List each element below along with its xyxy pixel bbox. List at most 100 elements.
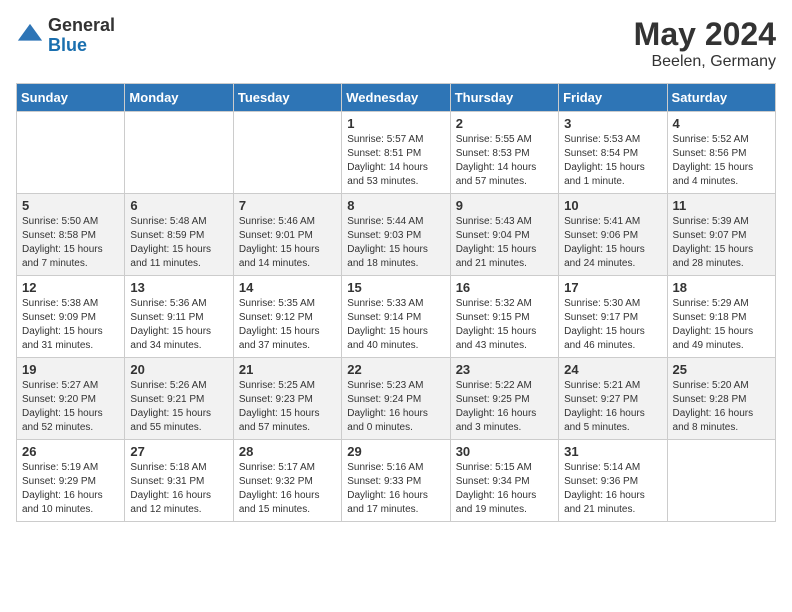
day-info: Sunrise: 5:55 AM Sunset: 8:53 PM Dayligh… (456, 133, 553, 189)
calendar-day-6: 6 Sunrise: 5:48 AM Sunset: 8:59 PM Daylig… (125, 194, 233, 276)
day-number: 7 (239, 198, 336, 213)
calendar-day-24: 24 Sunrise: 5:21 AM Sunset: 9:27 PM Dayli… (559, 358, 667, 440)
calendar-day-23: 23 Sunrise: 5:22 AM Sunset: 9:25 PM Dayli… (450, 358, 558, 440)
title-block: May 2024 Beelen, Germany (634, 16, 776, 71)
day-number: 18 (673, 280, 770, 295)
day-number: 23 (456, 362, 553, 377)
day-info: Sunrise: 5:39 AM Sunset: 9:07 PM Dayligh… (673, 215, 770, 271)
weekday-header-wednesday: Wednesday (342, 84, 450, 112)
day-info: Sunrise: 5:48 AM Sunset: 8:59 PM Dayligh… (130, 215, 227, 271)
calendar-day-3: 3 Sunrise: 5:53 AM Sunset: 8:54 PM Daylig… (559, 112, 667, 194)
logo-text: General Blue (48, 16, 115, 56)
calendar-day-31: 31Sunrise: 5:14 AM Sunset: 9:36 PM Dayli… (559, 440, 667, 522)
weekday-header-tuesday: Tuesday (233, 84, 341, 112)
calendar-title: May 2024 (634, 16, 776, 53)
calendar-day-15: 15 Sunrise: 5:33 AM Sunset: 9:14 PM Dayli… (342, 276, 450, 358)
day-info: Sunrise: 5:33 AM Sunset: 9:14 PM Dayligh… (347, 297, 444, 353)
day-number: 29 (347, 444, 444, 459)
calendar-day-18: 18 Sunrise: 5:29 AM Sunset: 9:18 PM Dayli… (667, 276, 775, 358)
day-info: Sunrise: 5:21 AM Sunset: 9:27 PM Dayligh… (564, 379, 661, 435)
day-info: Sunrise: 5:25 AM Sunset: 9:23 PM Dayligh… (239, 379, 336, 435)
empty-day-cell (17, 112, 125, 194)
day-info: Sunrise: 5:32 AM Sunset: 9:15 PM Dayligh… (456, 297, 553, 353)
day-number: 6 (130, 198, 227, 213)
calendar-day-14: 14 Sunrise: 5:35 AM Sunset: 9:12 PM Dayli… (233, 276, 341, 358)
calendar-table: SundayMondayTuesdayWednesdayThursdayFrid… (16, 83, 776, 522)
empty-day-cell (667, 440, 775, 522)
day-number: 4 (673, 116, 770, 131)
calendar-week-row: 1 Sunrise: 5:57 AM Sunset: 8:51 PM Daylig… (17, 112, 776, 194)
day-info: Sunrise: 5:43 AM Sunset: 9:04 PM Dayligh… (456, 215, 553, 271)
day-info: Sunrise: 5:44 AM Sunset: 9:03 PM Dayligh… (347, 215, 444, 271)
calendar-day-28: 28Sunrise: 5:17 AM Sunset: 9:32 PM Dayli… (233, 440, 341, 522)
calendar-week-row: 12 Sunrise: 5:38 AM Sunset: 9:09 PM Dayli… (17, 276, 776, 358)
day-info: Sunrise: 5:50 AM Sunset: 8:58 PM Dayligh… (22, 215, 119, 271)
day-number: 3 (564, 116, 661, 131)
day-info: Sunrise: 5:46 AM Sunset: 9:01 PM Dayligh… (239, 215, 336, 271)
calendar-week-row: 26 Sunrise: 5:19 AM Sunset: 9:29 PM Dayli… (17, 440, 776, 522)
day-number: 20 (130, 362, 227, 377)
calendar-day-16: 16Sunrise: 5:32 AM Sunset: 9:15 PM Dayli… (450, 276, 558, 358)
day-info: Sunrise: 5:27 AM Sunset: 9:20 PM Dayligh… (22, 379, 119, 435)
calendar-day-5: 5 Sunrise: 5:50 AM Sunset: 8:58 PM Daylig… (17, 194, 125, 276)
day-info: Sunrise: 5:53 AM Sunset: 8:54 PM Dayligh… (564, 133, 661, 189)
day-info: Sunrise: 5:38 AM Sunset: 9:09 PM Dayligh… (22, 297, 119, 353)
calendar-day-21: 21 Sunrise: 5:25 AM Sunset: 9:23 PM Dayli… (233, 358, 341, 440)
day-number: 17 (564, 280, 661, 295)
day-info: Sunrise: 5:19 AM Sunset: 9:29 PM Dayligh… (22, 461, 119, 517)
day-info: Sunrise: 5:30 AM Sunset: 9:17 PM Dayligh… (564, 297, 661, 353)
calendar-day-26: 26 Sunrise: 5:19 AM Sunset: 9:29 PM Dayli… (17, 440, 125, 522)
calendar-day-20: 20 Sunrise: 5:26 AM Sunset: 9:21 PM Dayli… (125, 358, 233, 440)
weekday-header-thursday: Thursday (450, 84, 558, 112)
day-number: 31 (564, 444, 661, 459)
weekday-header-friday: Friday (559, 84, 667, 112)
weekday-header-saturday: Saturday (667, 84, 775, 112)
day-number: 24 (564, 362, 661, 377)
day-number: 14 (239, 280, 336, 295)
weekday-header-sunday: Sunday (17, 84, 125, 112)
calendar-day-17: 17 Sunrise: 5:30 AM Sunset: 9:17 PM Dayli… (559, 276, 667, 358)
calendar-day-1: 1 Sunrise: 5:57 AM Sunset: 8:51 PM Daylig… (342, 112, 450, 194)
calendar-day-27: 27 Sunrise: 5:18 AM Sunset: 9:31 PM Dayli… (125, 440, 233, 522)
day-number: 1 (347, 116, 444, 131)
calendar-day-8: 8 Sunrise: 5:44 AM Sunset: 9:03 PM Daylig… (342, 194, 450, 276)
calendar-day-13: 13Sunrise: 5:36 AM Sunset: 9:11 PM Dayli… (125, 276, 233, 358)
day-info: Sunrise: 5:18 AM Sunset: 9:31 PM Dayligh… (130, 461, 227, 517)
day-info: Sunrise: 5:17 AM Sunset: 9:32 PM Dayligh… (239, 461, 336, 517)
logo-general: General (48, 16, 115, 36)
day-info: Sunrise: 5:35 AM Sunset: 9:12 PM Dayligh… (239, 297, 336, 353)
calendar-week-row: 5 Sunrise: 5:50 AM Sunset: 8:58 PM Daylig… (17, 194, 776, 276)
weekday-header-row: SundayMondayTuesdayWednesdayThursdayFrid… (17, 84, 776, 112)
day-number: 27 (130, 444, 227, 459)
day-info: Sunrise: 5:41 AM Sunset: 9:06 PM Dayligh… (564, 215, 661, 271)
day-number: 5 (22, 198, 119, 213)
day-info: Sunrise: 5:52 AM Sunset: 8:56 PM Dayligh… (673, 133, 770, 189)
calendar-day-25: 25 Sunrise: 5:20 AM Sunset: 9:28 PM Dayli… (667, 358, 775, 440)
empty-day-cell (125, 112, 233, 194)
logo: General Blue (16, 16, 115, 56)
page-header: General Blue May 2024 Beelen, Germany (16, 16, 776, 71)
day-number: 11 (673, 198, 770, 213)
day-info: Sunrise: 5:36 AM Sunset: 9:11 PM Dayligh… (130, 297, 227, 353)
day-info: Sunrise: 5:26 AM Sunset: 9:21 PM Dayligh… (130, 379, 227, 435)
calendar-week-row: 19 Sunrise: 5:27 AM Sunset: 9:20 PM Dayli… (17, 358, 776, 440)
day-number: 15 (347, 280, 444, 295)
day-info: Sunrise: 5:22 AM Sunset: 9:25 PM Dayligh… (456, 379, 553, 435)
day-number: 9 (456, 198, 553, 213)
day-info: Sunrise: 5:57 AM Sunset: 8:51 PM Dayligh… (347, 133, 444, 189)
calendar-day-30: 30Sunrise: 5:15 AM Sunset: 9:34 PM Dayli… (450, 440, 558, 522)
day-number: 25 (673, 362, 770, 377)
calendar-day-9: 9 Sunrise: 5:43 AM Sunset: 9:04 PM Daylig… (450, 194, 558, 276)
day-number: 12 (22, 280, 119, 295)
weekday-header-monday: Monday (125, 84, 233, 112)
calendar-day-11: 11 Sunrise: 5:39 AM Sunset: 9:07 PM Dayli… (667, 194, 775, 276)
day-info: Sunrise: 5:16 AM Sunset: 9:33 PM Dayligh… (347, 461, 444, 517)
day-info: Sunrise: 5:29 AM Sunset: 9:18 PM Dayligh… (673, 297, 770, 353)
day-number: 30 (456, 444, 553, 459)
day-number: 26 (22, 444, 119, 459)
day-number: 21 (239, 362, 336, 377)
day-number: 8 (347, 198, 444, 213)
day-number: 19 (22, 362, 119, 377)
day-info: Sunrise: 5:20 AM Sunset: 9:28 PM Dayligh… (673, 379, 770, 435)
calendar-location: Beelen, Germany (634, 53, 776, 71)
